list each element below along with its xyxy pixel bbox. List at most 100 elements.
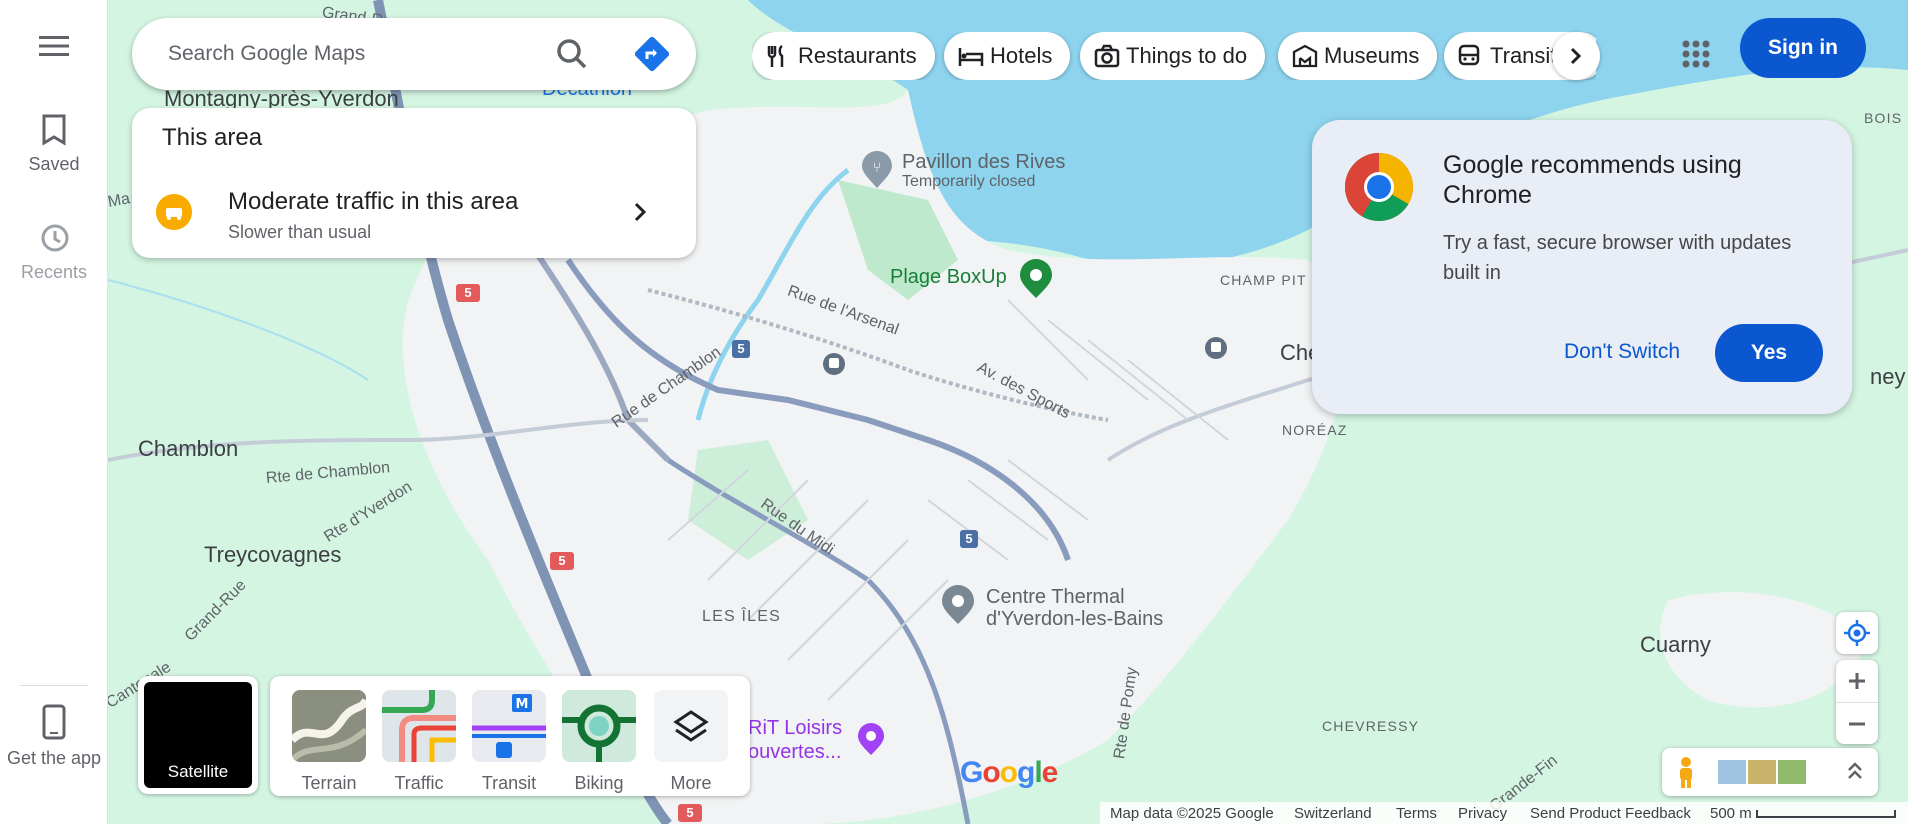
pavillon-status: Temporarily closed	[902, 173, 1036, 190]
map-data-credit: Map data ©2025 Google	[1110, 805, 1274, 822]
chevron-right-icon	[634, 202, 647, 222]
search-input[interactable]	[168, 36, 548, 72]
svg-text:M: M	[516, 697, 529, 712]
plus-icon	[1849, 673, 1865, 689]
satellite-toggle[interactable]: Satellite	[138, 676, 258, 794]
fork-knife-icon	[767, 44, 784, 67]
restaurant-pin-icon[interactable]: ⑂	[860, 150, 894, 190]
transit-stop-icon[interactable]	[1204, 336, 1228, 360]
chip-museums-label: Museums	[1324, 43, 1420, 68]
traffic-label: Traffic	[394, 773, 444, 793]
route-shield-blue: 5	[732, 340, 750, 358]
promo-title: Google recommends using Chrome	[1443, 151, 1742, 209]
apps-grid-icon	[1682, 40, 1710, 68]
privacy-link[interactable]: Privacy	[1458, 805, 1507, 822]
traffic-subtitle: Slower than usual	[228, 222, 372, 242]
recents-button[interactable]: Recents	[0, 222, 108, 284]
search-box	[132, 18, 696, 90]
label-centre-thermal[interactable]: Centre Thermal d'Yverdon-les-Bains	[986, 586, 1163, 630]
car-icon	[156, 194, 192, 230]
history-icon	[41, 224, 69, 252]
route-shield: 5	[456, 284, 480, 302]
label-champ-pit: CHAMP PIT	[1220, 272, 1307, 288]
label-cuarny: Cuarny	[1640, 632, 1711, 657]
label-plage-boxup[interactable]: Plage BoxUp	[890, 266, 1007, 289]
dont-switch-button[interactable]: Don't Switch	[1544, 324, 1700, 380]
get-app-button[interactable]: Get the app	[0, 704, 108, 770]
saved-label: Saved	[28, 154, 80, 174]
train-icon	[1458, 44, 1480, 66]
yes-button[interactable]: Yes	[1715, 324, 1823, 382]
left-rail: Saved Recents Get the app	[0, 0, 108, 824]
biking-label: Biking	[574, 773, 624, 793]
scale-label[interactable]: 500 m	[1710, 805, 1752, 822]
hamburger-icon	[39, 36, 69, 56]
beach-pin-icon[interactable]	[1018, 258, 1054, 300]
chrome-logo-icon	[1345, 153, 1413, 221]
rit-line1: RiT Loisirs	[748, 717, 843, 739]
satellite-label: Satellite	[167, 762, 229, 781]
chip-hotels[interactable]: Hotels	[944, 32, 1071, 80]
chip-restaurants-label: Restaurants	[798, 43, 917, 68]
search-icon[interactable]	[552, 34, 592, 74]
train-station-icon[interactable]	[822, 352, 846, 376]
label-ney: ney	[1870, 364, 1906, 389]
pavillon-name: Pavillon des Rives	[902, 151, 1066, 173]
layers-panel: Terrain Traffic M Transit Biking More	[270, 676, 750, 796]
feedback-link[interactable]: Send Product Feedback	[1530, 805, 1691, 822]
directions-icon[interactable]	[632, 34, 672, 74]
chip-things-label: Things to do	[1126, 43, 1248, 68]
terrain-thumbnail	[289, 690, 370, 763]
leisure-pin-icon[interactable]	[856, 722, 886, 756]
biking-thumbnail	[562, 690, 636, 762]
phone-icon	[42, 704, 66, 740]
area-card: This area Moderate traffic in this area …	[132, 108, 696, 258]
zoom-in-button[interactable]	[1836, 660, 1878, 702]
country-link[interactable]: Switzerland	[1294, 805, 1372, 822]
chip-museums[interactable]: Museums	[1278, 32, 1438, 80]
chips-next-button[interactable]	[1552, 32, 1600, 80]
place-pin-icon[interactable]	[940, 584, 976, 626]
saved-button[interactable]: Saved	[0, 114, 108, 176]
rit-line2: ouvertes...	[748, 741, 842, 763]
label-treycovagnes: Treycovagnes	[204, 542, 342, 567]
expand-up-icon[interactable]	[1846, 760, 1864, 782]
chip-restaurants[interactable]: Restaurants	[752, 32, 935, 80]
terrain-label: Terrain	[301, 773, 357, 793]
zoom-out-button[interactable]	[1836, 702, 1878, 744]
layer-transit[interactable]: M Transit	[472, 690, 546, 794]
google-logo: Google	[960, 756, 1058, 789]
satellite-thumbnail: Satellite	[144, 682, 252, 788]
route-shield-blue: 5	[960, 530, 978, 548]
crosshair-icon	[1844, 620, 1870, 646]
imagery-thumbnails[interactable]	[1718, 760, 1808, 784]
layer-traffic[interactable]: Traffic	[382, 690, 456, 794]
label-pavillon[interactable]: Pavillon des Rives Temporarily closed	[902, 152, 1065, 192]
minus-icon	[1849, 722, 1865, 726]
bookmark-icon	[42, 114, 66, 146]
chip-things-to-do[interactable]: Things to do	[1080, 32, 1266, 80]
label-les-iles: LES ÎLES	[702, 608, 781, 625]
menu-button[interactable]	[0, 34, 108, 74]
label-rit-loisirs[interactable]: RiT Loisirs ouvertes...	[748, 716, 842, 764]
sign-in-button[interactable]: Sign in	[1740, 18, 1866, 78]
chip-transit-label: Transit	[1490, 43, 1557, 68]
stream-1	[108, 279, 369, 381]
category-chips: Restaurants Hotels Things to do Museums …	[752, 32, 1596, 80]
terms-link[interactable]: Terms	[1396, 805, 1437, 822]
layer-more[interactable]: More	[654, 690, 728, 794]
my-location-button[interactable]	[1836, 612, 1878, 654]
bed-icon	[958, 48, 984, 66]
layer-terrain[interactable]: Terrain	[289, 690, 370, 794]
google-apps-button[interactable]	[1672, 30, 1720, 78]
centre-thermal-line1: Centre Thermal	[986, 586, 1125, 608]
traffic-row[interactable]: Moderate traffic in this area Slower tha…	[132, 174, 696, 250]
pegman-icon[interactable]	[1676, 756, 1696, 790]
transit-thumbnail: M	[472, 690, 546, 762]
label-chevressy: CHEVRESSY	[1322, 718, 1420, 734]
chip-hotels-label: Hotels	[990, 43, 1053, 68]
traffic-thumbnail	[382, 690, 456, 762]
recents-label: Recents	[20, 262, 88, 282]
layer-biking[interactable]: Biking	[562, 690, 636, 794]
zoom-controls	[1836, 660, 1878, 744]
